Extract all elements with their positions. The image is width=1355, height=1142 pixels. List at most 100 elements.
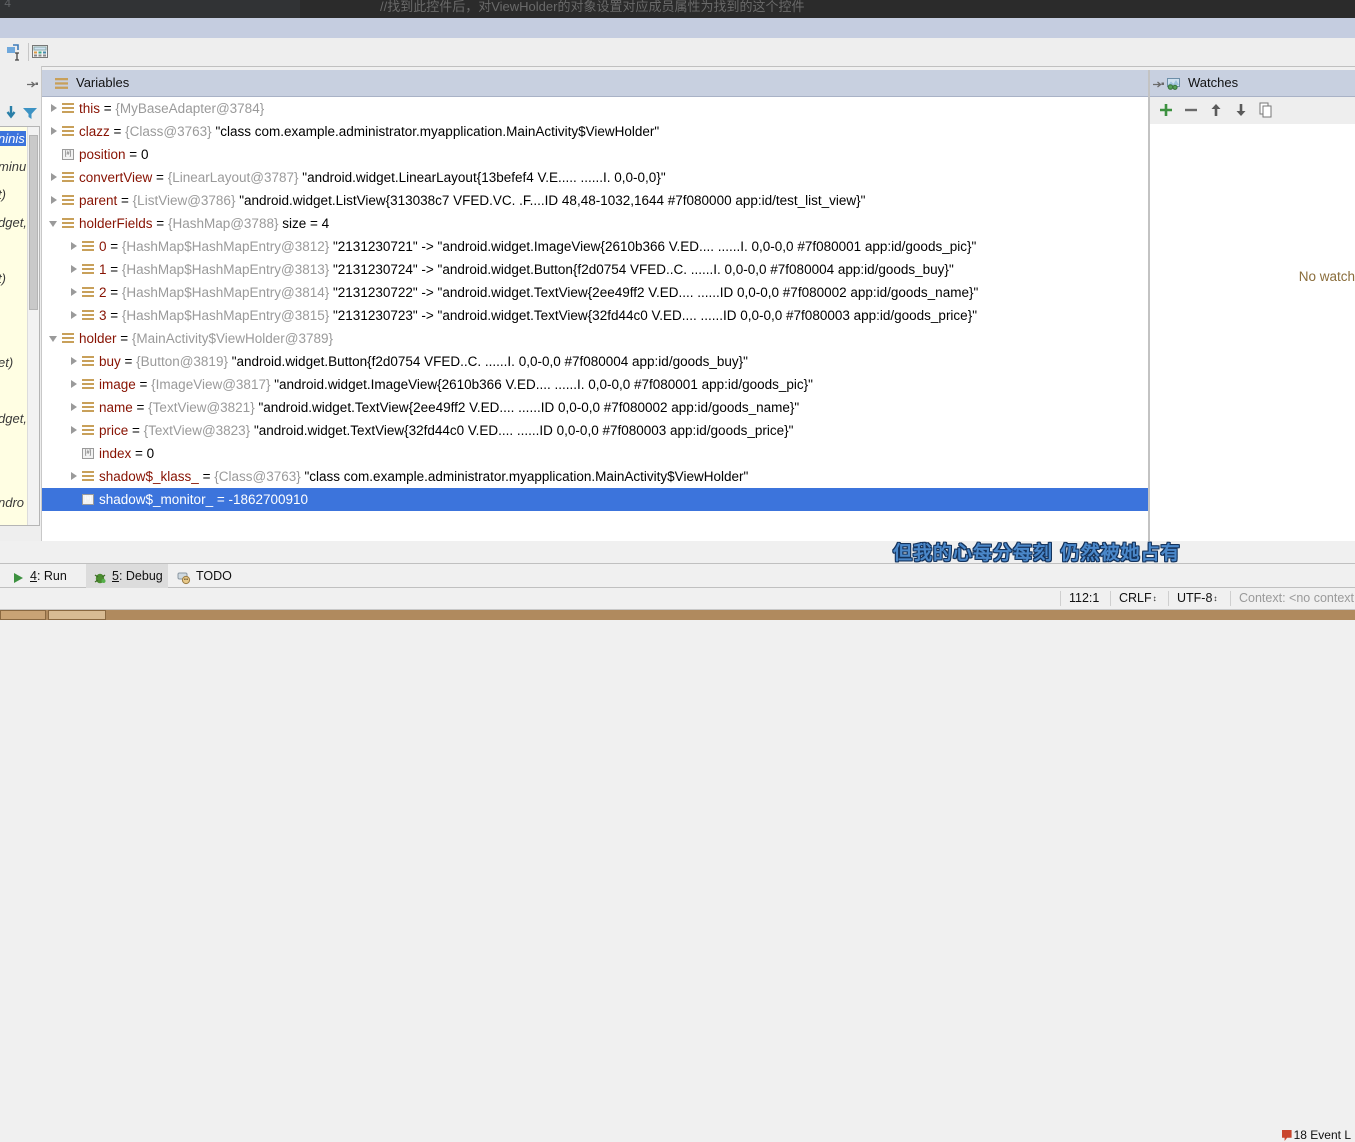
object-value-icon [82, 471, 94, 482]
step-down-icon[interactable] [3, 104, 21, 122]
tool-window-tabbar: 4: Run 5: Debug TODO 18 Event L [0, 563, 1355, 1142]
chevron-right-icon[interactable] [70, 311, 79, 320]
editor-gutter [0, 0, 300, 18]
variable-equals: = [120, 354, 137, 369]
variable-row[interactable]: parent = {ListView@3786} "android.widget… [42, 189, 1148, 212]
event-log-label: Event L [1310, 1128, 1351, 1142]
variable-name: position [79, 147, 126, 162]
add-watch-button[interactable] [1156, 100, 1176, 120]
chevron-right-icon[interactable] [50, 196, 59, 205]
object-value-icon [82, 310, 94, 321]
variable-row[interactable]: 3 = {HashMap$HashMapEntry@3815} "2131230… [42, 304, 1148, 327]
chevron-right-icon[interactable] [70, 242, 79, 251]
chevron-right-icon[interactable] [50, 173, 59, 182]
variables-panel-header: Variables [27, 70, 1148, 97]
editor-blue-band [0, 18, 1355, 39]
variable-row[interactable]: name = {TextView@3821} "android.widget.T… [42, 396, 1148, 419]
evaluate-expression-icon[interactable] [4, 42, 24, 62]
tab-todo[interactable]: TODO [170, 564, 250, 588]
variable-row[interactable]: 1 = {HashMap$HashMapEntry@3813} "2131230… [42, 258, 1148, 281]
variable-type: {MyBaseAdapter@3784} [115, 101, 265, 116]
calculator-icon[interactable] [30, 42, 50, 62]
variable-equals: = [198, 469, 215, 484]
variable-name: price [99, 423, 129, 438]
spacer-icon [70, 495, 79, 504]
variable-equals: = [135, 377, 152, 392]
variable-equals: = [213, 492, 229, 507]
variable-row[interactable]: clazz = {Class@3763} "class com.example.… [42, 120, 1148, 143]
watches-list[interactable]: No watch [1150, 124, 1355, 541]
variable-row[interactable]: [#] position = 0 [42, 143, 1148, 166]
variable-row[interactable]: convertView = {LinearLayout@3787} "andro… [42, 166, 1148, 189]
variable-row[interactable]: 2 = {HashMap$HashMapEntry@3814} "2131230… [42, 281, 1148, 304]
variable-row[interactable]: [#] shadow$_monitor_ = -1862700910 [42, 488, 1148, 511]
chevron-right-icon[interactable] [70, 426, 79, 435]
line-separator-indicator[interactable]: CRLF↕ [1112, 588, 1162, 609]
variable-equals: = [117, 193, 133, 208]
primitive-value-icon: [#] [62, 149, 74, 160]
popup-line[interactable]: dget, [0, 411, 27, 426]
variable-type: {HashMap@3788} [167, 216, 279, 231]
variable-type: {MainActivity$ViewHolder@3789} [131, 331, 333, 346]
tab-run[interactable]: 4: Run [4, 564, 86, 588]
debugger-window: 4 //找到此控件后，对ViewHolder的对象设置对应成员属性为找到的这个控… [0, 0, 1355, 1142]
popup-line[interactable]: dget, [0, 215, 27, 230]
variable-row[interactable]: price = {TextView@3823} "android.widget.… [42, 419, 1148, 442]
chevron-right-icon[interactable] [70, 380, 79, 389]
chevron-right-icon[interactable] [70, 472, 79, 481]
variable-row[interactable]: [#] index = 0 [42, 442, 1148, 465]
variable-row[interactable]: holder = {MainActivity$ViewHolder@3789} [42, 327, 1148, 350]
chevron-right-icon[interactable] [70, 357, 79, 366]
variable-row[interactable]: holderFields = {HashMap@3788} size = 4 [42, 212, 1148, 235]
chevron-right-icon[interactable] [70, 288, 79, 297]
move-watch-down-button[interactable] [1231, 100, 1251, 120]
event-log-badge-icon [1281, 1130, 1292, 1141]
variable-row[interactable]: image = {ImageView@3817} "android.widget… [42, 373, 1148, 396]
variable-value: "android.widget.Button{f2d0754 VFED..C. … [231, 354, 748, 369]
chevron-right-icon[interactable] [50, 104, 59, 113]
tab-run-num: 4 [30, 569, 37, 583]
variable-row[interactable]: buy = {Button@3819} "android.widget.Butt… [42, 350, 1148, 373]
variable-type: {HashMap$HashMapEntry@3814} [121, 285, 330, 300]
duplicate-watch-button[interactable] [1256, 100, 1276, 120]
popup-line[interactable]: t) [0, 187, 6, 202]
filter-icon[interactable] [21, 104, 39, 122]
watches-toolbar [1150, 97, 1355, 125]
encoding-indicator[interactable]: UTF-8↕ [1170, 588, 1222, 609]
status-bar: 112:1 CRLF↕ UTF-8↕ Context: <no context [0, 588, 1355, 610]
chevron-right-icon[interactable] [50, 127, 59, 136]
object-value-icon [62, 172, 74, 183]
variable-name: 2 [99, 285, 107, 300]
chevron-right-icon[interactable] [70, 265, 79, 274]
remove-watch-button[interactable] [1181, 100, 1201, 120]
variable-row[interactable]: this = {MyBaseAdapter@3784} [42, 97, 1148, 120]
caret-position[interactable]: 112:1 [1062, 588, 1106, 609]
event-log-indicator[interactable]: 18 Event L [1281, 1128, 1351, 1142]
tab-run-label: : Run [36, 569, 67, 583]
chevron-down-icon[interactable] [49, 219, 59, 228]
variables-tree[interactable]: this = {MyBaseAdapter@3784} clazz = {Cla… [42, 97, 1148, 541]
move-watch-up-button[interactable] [1206, 100, 1226, 120]
variable-row[interactable]: shadow$_klass_ = {Class@3763} "class com… [42, 465, 1148, 488]
pin-watches-icon[interactable] [1152, 78, 1164, 89]
popup-scrollbar[interactable] [27, 127, 39, 525]
popup-line[interactable]: minu [0, 159, 26, 174]
popup-scrollbar-thumb[interactable] [29, 135, 38, 310]
tab-debug[interactable]: 5: Debug [86, 564, 168, 588]
object-value-icon [62, 333, 74, 344]
popup-line[interactable]: ndro [0, 495, 24, 510]
chevron-down-icon[interactable] [49, 334, 59, 343]
variable-name: holder [79, 331, 117, 346]
code-completion-popup[interactable]: ninis minu t) dget, t) et) dget, ndro [0, 126, 40, 526]
variable-equals: = [152, 170, 168, 185]
popup-line[interactable]: et) [0, 355, 13, 370]
variable-row[interactable]: 0 = {HashMap$HashMapEntry@3812} "2131230… [42, 235, 1148, 258]
context-indicator[interactable]: Context: <no context [1232, 588, 1355, 609]
chevron-right-icon[interactable] [70, 403, 79, 412]
pin-panel-icon[interactable] [26, 78, 38, 89]
popup-line[interactable]: t) [0, 271, 6, 286]
popup-line[interactable]: ninis [0, 131, 26, 146]
taskbar-item-notepad[interactable] [0, 610, 46, 620]
variable-value: 0 [140, 147, 149, 162]
taskbar-item-active[interactable] [48, 610, 106, 620]
